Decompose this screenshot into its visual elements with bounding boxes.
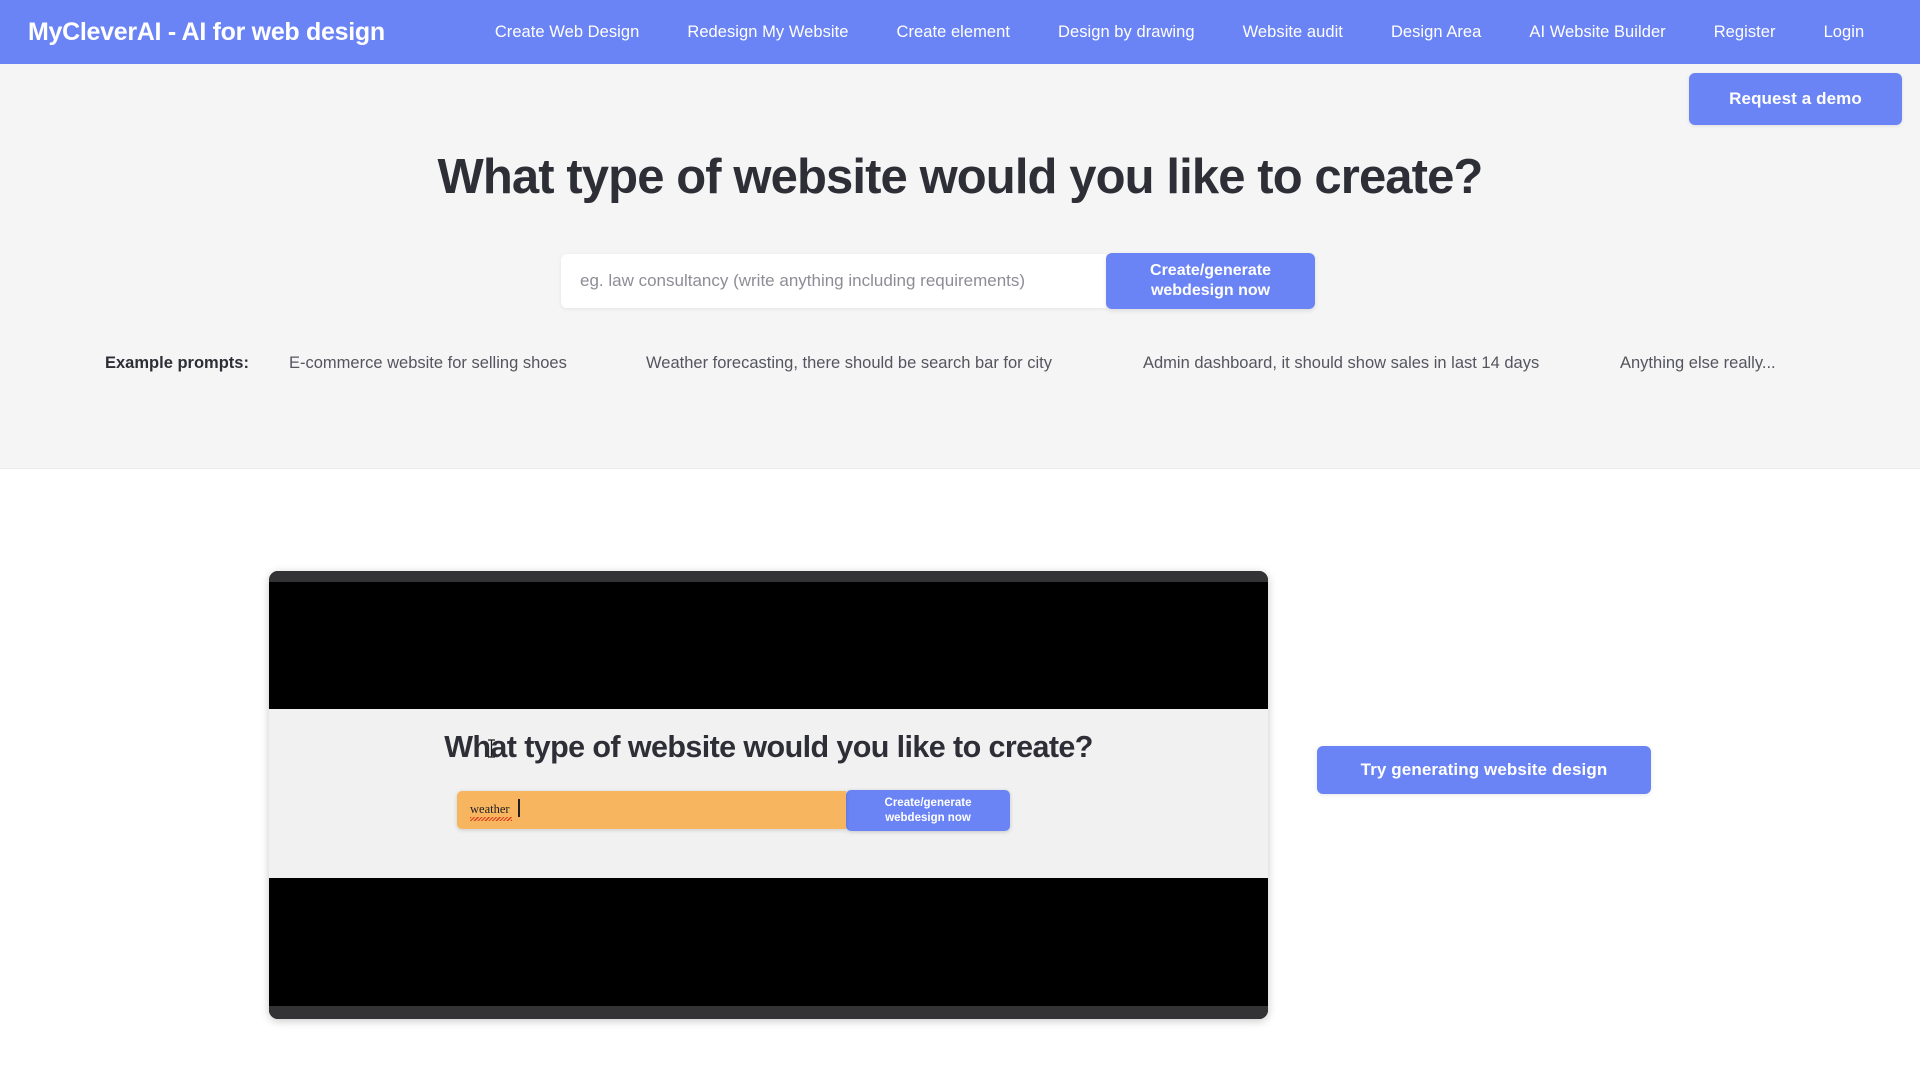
example-prompt-weather[interactable]: Weather forecasting, there should be sea…: [646, 354, 1052, 373]
video-inner-text-input: weather: [457, 791, 846, 829]
example-prompt-ecommerce[interactable]: E-commerce website for selling shoes: [289, 354, 567, 373]
video-inner-search-group: weather Create/generate webdesign now: [457, 790, 1010, 831]
spellcheck-underline-icon: [470, 817, 512, 821]
try-generating-website-design-button[interactable]: Try generating website design: [1317, 746, 1651, 794]
nav-link-design-by-drawing[interactable]: Design by drawing: [1034, 23, 1219, 42]
hero-section: Request a demo What type of website woul…: [0, 64, 1920, 469]
video-generate-line-2: webdesign now: [885, 811, 971, 824]
player-bezel-bottom: [269, 1006, 1268, 1019]
example-prompt-dashboard[interactable]: Admin dashboard, it should show sales in…: [1143, 354, 1539, 373]
video-inner-generate-button: Create/generate webdesign now: [846, 790, 1010, 831]
create-generate-webdesign-button[interactable]: Create/generate webdesign now: [1106, 253, 1315, 309]
example-prompt-anything[interactable]: Anything else really...: [1620, 354, 1776, 373]
video-generate-line-1: Create/generate: [884, 796, 972, 809]
nav-link-register[interactable]: Register: [1690, 23, 1800, 42]
nav-link-ai-website-builder[interactable]: AI Website Builder: [1505, 23, 1689, 42]
hero-search-group: Create/generate webdesign now: [561, 253, 1315, 309]
generate-button-line-1: Create/generate: [1150, 261, 1271, 279]
nav-link-redesign-my-website[interactable]: Redesign My Website: [663, 23, 872, 42]
top-navigation-bar: MyCleverAI - AI for web design Create We…: [0, 0, 1920, 64]
nav-link-website-audit[interactable]: Website audit: [1219, 23, 1367, 42]
nav-link-login[interactable]: Login: [1800, 23, 1889, 42]
player-bezel-top: [269, 571, 1268, 582]
page-title: What type of website would you like to c…: [437, 150, 1484, 204]
primary-nav: Create Web Design Redesign My Website Cr…: [471, 23, 1888, 42]
video-inner-title: What type of website would you like to c…: [444, 730, 1093, 764]
example-prompts-row: Example prompts: E-commerce website for …: [0, 354, 1920, 384]
demo-video-player[interactable]: What type of website would you like to c…: [269, 571, 1268, 1019]
video-frame-content: What type of website would you like to c…: [269, 709, 1268, 878]
site-logo[interactable]: MyCleverAI - AI for web design: [28, 18, 385, 47]
video-inner-input-value: weather: [470, 802, 510, 816]
example-prompts-label: Example prompts:: [105, 354, 249, 372]
demo-section: What type of website would you like to c…: [0, 470, 1920, 1080]
text-caret: [518, 799, 520, 817]
video-letterbox-bottom: [269, 878, 1268, 1006]
website-description-input[interactable]: [561, 254, 1106, 308]
nav-link-design-area[interactable]: Design Area: [1367, 23, 1505, 42]
request-a-demo-button[interactable]: Request a demo: [1689, 73, 1902, 125]
text-cursor-icon: [488, 739, 495, 758]
nav-link-create-web-design[interactable]: Create Web Design: [471, 23, 664, 42]
video-letterbox-top: [269, 582, 1268, 709]
generate-button-line-2: webdesign now: [1150, 282, 1271, 299]
nav-link-create-element[interactable]: Create element: [873, 23, 1035, 42]
